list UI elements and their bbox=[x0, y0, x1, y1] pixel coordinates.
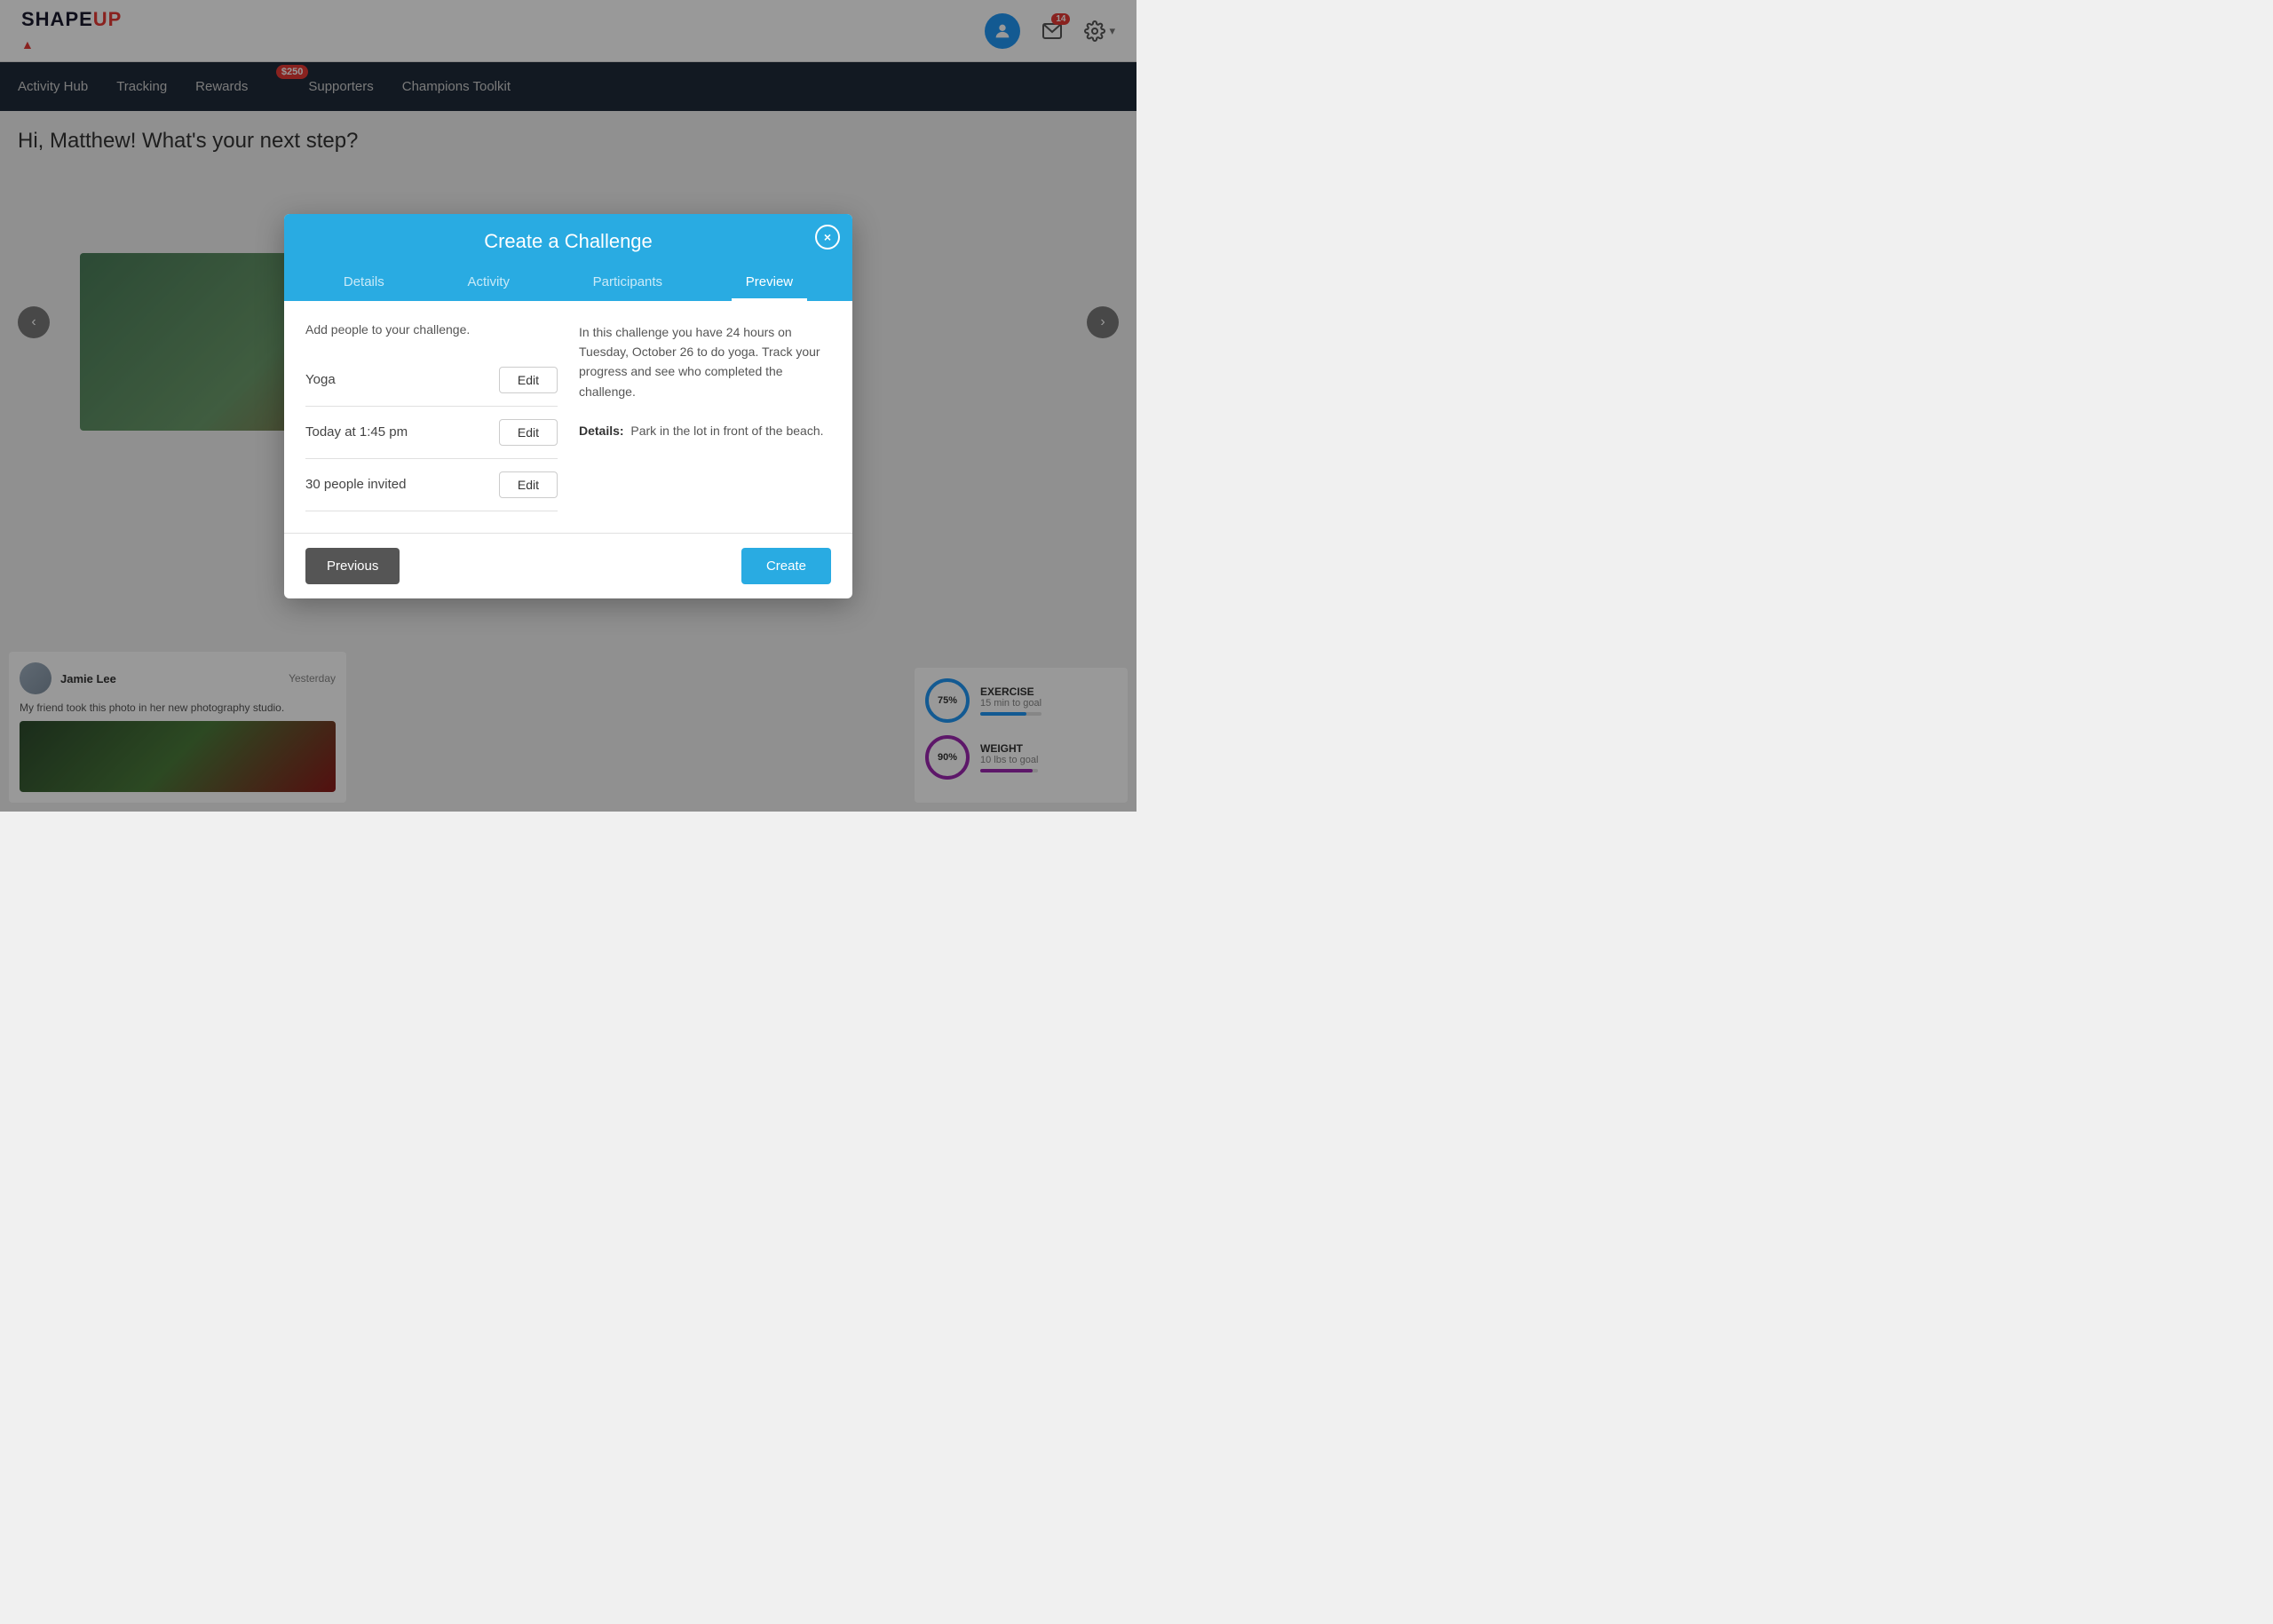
tab-details[interactable]: Details bbox=[329, 265, 399, 301]
time-label: Today at 1:45 pm bbox=[305, 424, 408, 440]
participants-label: 30 people invited bbox=[305, 477, 406, 492]
modal-header: Create a Challenge × Details Activity Pa… bbox=[284, 214, 852, 301]
modal-right-panel: In this challenge you have 24 hours on T… bbox=[579, 322, 831, 511]
modal-left-panel: Add people to your challenge. Yoga Edit … bbox=[305, 322, 558, 511]
participants-row: 30 people invited Edit bbox=[305, 459, 558, 511]
previous-button[interactable]: Previous bbox=[305, 548, 400, 584]
details-text: Details: Park in the lot in front of the… bbox=[579, 421, 831, 440]
tab-activity[interactable]: Activity bbox=[453, 265, 524, 301]
details-value: Park in the lot in front of the beach. bbox=[630, 424, 823, 438]
tab-participants[interactable]: Participants bbox=[579, 265, 677, 301]
modal-close-button[interactable]: × bbox=[815, 225, 840, 250]
modal-body: Add people to your challenge. Yoga Edit … bbox=[284, 301, 852, 533]
tab-preview[interactable]: Preview bbox=[732, 265, 807, 301]
modal-overlay: Create a Challenge × Details Activity Pa… bbox=[0, 0, 1136, 812]
create-button[interactable]: Create bbox=[741, 548, 831, 584]
modal-footer: Previous Create bbox=[284, 533, 852, 598]
preview-text: In this challenge you have 24 hours on T… bbox=[579, 322, 831, 402]
yoga-edit-button[interactable]: Edit bbox=[499, 367, 558, 393]
time-row: Today at 1:45 pm Edit bbox=[305, 407, 558, 459]
create-challenge-modal: Create a Challenge × Details Activity Pa… bbox=[284, 214, 852, 598]
yoga-row: Yoga Edit bbox=[305, 354, 558, 407]
add-people-label: Add people to your challenge. bbox=[305, 322, 558, 337]
modal-tabs: Details Activity Participants Preview bbox=[302, 265, 835, 301]
participants-edit-button[interactable]: Edit bbox=[499, 471, 558, 498]
time-edit-button[interactable]: Edit bbox=[499, 419, 558, 446]
modal-title: Create a Challenge bbox=[302, 230, 835, 253]
yoga-label: Yoga bbox=[305, 372, 336, 387]
details-label: Details: bbox=[579, 424, 624, 438]
